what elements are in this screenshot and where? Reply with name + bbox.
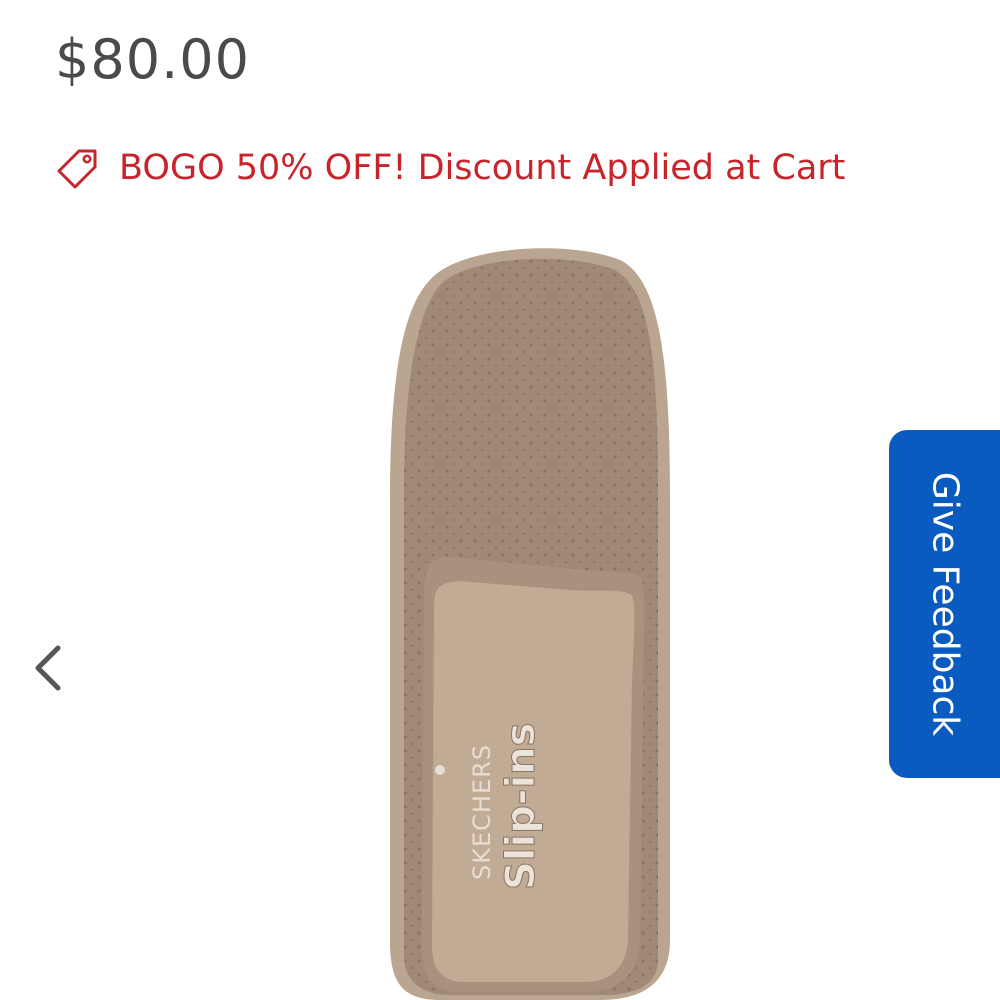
promo-banner: BOGO 50% OFF! Discount Applied at Cart: [55, 145, 845, 191]
product-image[interactable]: SKECHERS Slip-ins: [370, 240, 690, 1000]
carousel-prev-button[interactable]: [26, 640, 70, 696]
promo-text: BOGO 50% OFF! Discount Applied at Cart: [119, 148, 846, 188]
insole-logo-text: Slip-ins: [498, 723, 544, 890]
give-feedback-label: Give Feedback: [924, 471, 965, 737]
insole-brand-text: SKECHERS: [468, 744, 496, 880]
product-page: $80.00 BOGO 50% OFF! Discount Applied at…: [0, 0, 1000, 1000]
tag-icon: [55, 145, 101, 191]
product-price: $80.00: [55, 28, 250, 91]
chevron-left-icon: [35, 645, 61, 691]
give-feedback-button[interactable]: Give Feedback: [889, 430, 1000, 778]
